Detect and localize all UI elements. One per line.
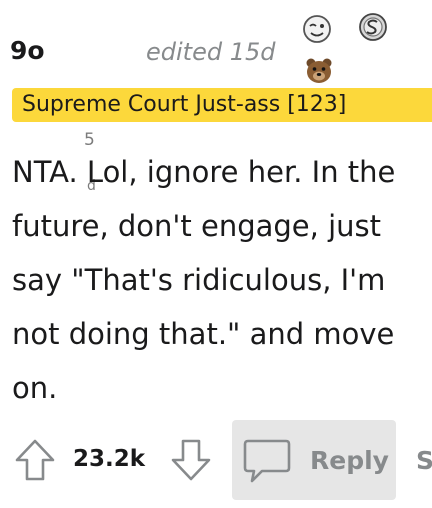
wink-face-icon[interactable] [302,14,332,44]
bear-icon[interactable] [304,56,334,86]
reply-button[interactable]: Reply [232,420,396,500]
vote-count: 23.2k [73,446,146,472]
downvote-icon[interactable] [170,438,212,482]
share-button[interactable]: S [416,446,432,475]
comment-body: NTA. Lol, ignore her. In the future, don… [12,155,396,405]
speech-bubble-icon [242,437,292,485]
comment-actions: 23.2k Reply S [0,420,432,500]
edited-timestamp: edited 15d [146,38,276,66]
reply-label: Reply [310,446,389,475]
username[interactable]: 9o [10,36,45,65]
user-flair: Supreme Court Just-ass [123] [12,88,432,122]
upvote-icon[interactable] [14,438,56,482]
silver-coin-icon[interactable] [358,12,388,42]
